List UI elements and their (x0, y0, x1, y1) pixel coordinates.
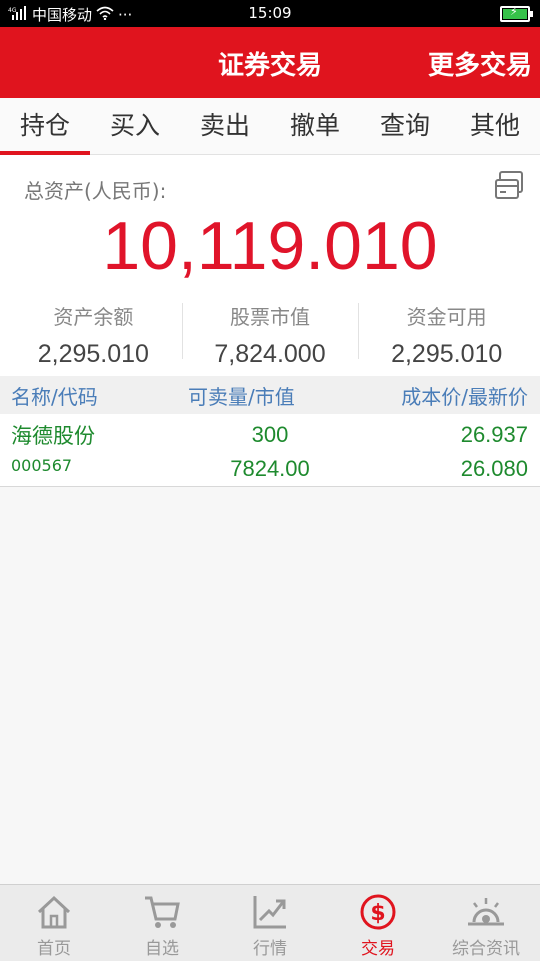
status-bar: 4G 中国移动 ··· 15:09 ⚡ (0, 0, 540, 27)
tab-other[interactable]: 其他 (450, 98, 540, 154)
tab-holdings[interactable]: 持仓 (0, 98, 90, 155)
nav-trade-label: 交易 (361, 939, 395, 959)
status-time: 15:09 (248, 4, 292, 22)
chart-trend-icon (253, 896, 286, 929)
market-value-value: 7,824.000 (214, 340, 326, 368)
market-value-label: 股票市值 (230, 305, 310, 329)
holdings-table-header: 名称/代码 可卖量/市值 成本价/最新价 (0, 376, 540, 414)
tab-buy[interactable]: 买入 (90, 98, 180, 154)
market-value-cell: 股票市值 7,824.000 (181, 295, 359, 368)
table-row[interactable]: 海德股份 000567 300 7824.00 26.937 26.080 (0, 414, 540, 487)
balance-cell: 资产余额 2,295.010 (5, 295, 182, 368)
tab-sell[interactable]: 卖出 (180, 98, 270, 154)
sunrise-icon (468, 898, 504, 926)
available-label: 资金可用 (406, 305, 487, 329)
available-value: 2,295.010 (391, 340, 503, 368)
empty-area (0, 487, 540, 884)
more-trades-button[interactable]: 更多交易 (428, 45, 532, 82)
available-cell: 资金可用 2,295.010 (358, 295, 535, 368)
nav-watchlist-label: 自选 (145, 939, 179, 959)
tab-cancel[interactable]: 撤单 (270, 98, 360, 154)
stock-code: 000567 (11, 456, 73, 475)
nav-news[interactable]: 综合资讯 (432, 885, 540, 961)
nav-home[interactable]: 首页 (0, 885, 108, 961)
cost-price: 26.937 (460, 422, 528, 447)
nav-market-label: 行情 (253, 939, 287, 959)
svg-text:$: $ (370, 901, 385, 926)
header-qty-value: 可卖量/市值 (188, 385, 295, 409)
bottom-nav: 首页 自选 行情 $ 交易 综合资讯 (0, 884, 540, 961)
statement-icon[interactable] (494, 169, 526, 205)
balance-label: 资产余额 (53, 305, 134, 329)
tab-query[interactable]: 查询 (360, 98, 450, 154)
stock-name: 海德股份 (11, 424, 95, 448)
position-value: 7824.00 (230, 456, 310, 481)
total-assets-label: 总资产(人民币): (24, 179, 167, 203)
assets-summary: 总资产(人民币): 10,119.010 资产余额 2,295.010 股票市值… (0, 155, 540, 375)
trade-tabs: 持仓 买入 卖出 撤单 查询 其他 (0, 98, 540, 155)
latest-price: 26.080 (460, 456, 528, 481)
nav-news-label: 综合资讯 (452, 939, 520, 959)
nav-home-label: 首页 (37, 939, 71, 959)
balance-value: 2,295.010 (37, 340, 149, 368)
nav-market[interactable]: 行情 (216, 885, 324, 961)
nav-trade[interactable]: $ 交易 (324, 885, 432, 961)
header-cost-latest: 成本价/最新价 (401, 385, 528, 409)
dollar-circle-icon: $ (360, 894, 396, 930)
assets-breakdown: 资产余额 2,295.010 股票市值 7,824.000 资金可用 2,295… (5, 295, 535, 368)
battery-icon: ⚡ (500, 5, 533, 22)
app-header: 证券交易 更多交易 (0, 27, 540, 98)
total-assets-value: 10,119.010 (102, 208, 438, 284)
header-name-code: 名称/代码 (11, 385, 98, 409)
home-icon (37, 895, 71, 929)
cart-icon (145, 896, 180, 928)
sellable-qty: 300 (251, 422, 289, 447)
nav-watchlist[interactable]: 自选 (108, 885, 216, 961)
